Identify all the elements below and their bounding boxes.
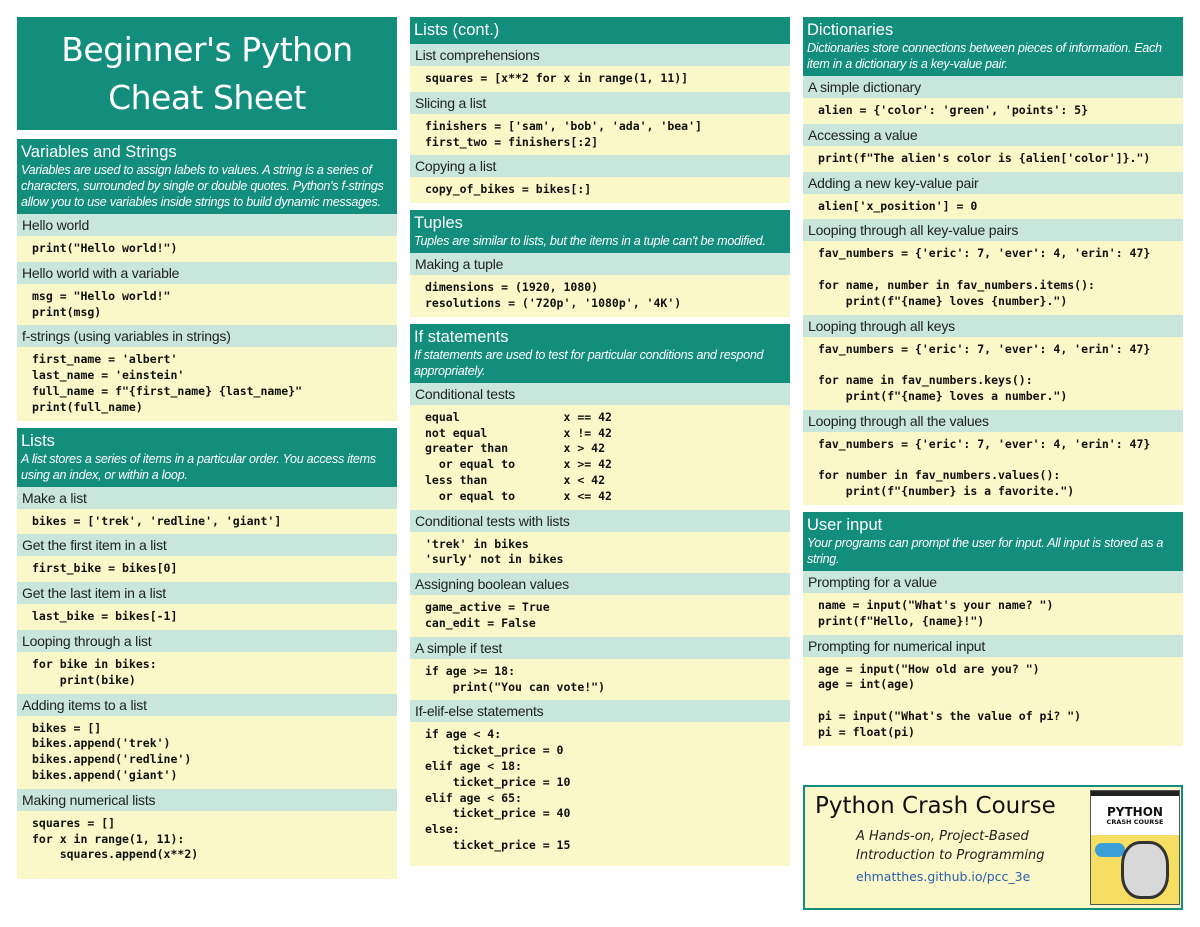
subsection-heading: Prompting for a value <box>803 570 1183 593</box>
section-title: Lists <box>21 431 55 450</box>
code-block: equal x == 42 not equal x != 42 greater … <box>425 409 612 503</box>
section-title: Variables and Strings <box>21 143 177 161</box>
section-header: Dictionaries Dictionaries store connecti… <box>803 17 1183 76</box>
code-block: fav_numbers = {'eric': 7, 'ever': 4, 'er… <box>818 341 1151 403</box>
code-block: alien = {'color': 'green', 'points': 5} <box>818 103 1089 117</box>
section-title: Dictionaries <box>807 21 894 39</box>
book-promo: Python Crash Course A Hands-on, Project-… <box>803 785 1183 910</box>
section-variables: Variables and Strings Variables are used… <box>17 139 397 421</box>
section-title: User input <box>807 515 883 534</box>
code-block: name = input("What's your name? ") print… <box>818 597 1054 628</box>
subsection-heading: Adding items to a list <box>17 693 397 716</box>
code-block: alien['x_position'] = 0 <box>818 198 978 213</box>
book-cover-image: PYTHON CRASH COURSE <box>1090 790 1180 905</box>
code-block: game_active = True can_edit = False <box>425 600 550 630</box>
section-description: Variables are used to assign labels to v… <box>21 163 384 209</box>
section-header: Tuples Tuples are similar to lists, but … <box>410 210 790 254</box>
promo-title: Python Crash Course <box>815 793 1056 819</box>
section-description: Your programs can prompt the user for in… <box>807 535 1164 566</box>
subsection-heading: Get the first item in a list <box>17 534 397 557</box>
code-block: msg = "Hello world!" print(msg) <box>32 288 171 319</box>
promo-subtitle-line-2: Introduction to Programming <box>856 848 1045 863</box>
robot-snake-illustration-icon <box>1121 841 1169 899</box>
code-block: if age < 4: ticket_price = 0 elif age < … <box>425 727 571 852</box>
section-description: A list stores a series of items in a par… <box>21 451 376 482</box>
section-tuples: Tuples Tuples are similar to lists, but … <box>410 210 790 317</box>
subsection-heading: A simple dictionary <box>803 76 1183 98</box>
section-if-statements: If statements If statements are used to … <box>410 323 790 866</box>
subsection-heading: Conditional tests <box>410 382 790 405</box>
subsection-heading: Hello world with a variable <box>17 261 397 284</box>
section-title: Lists (cont.) <box>414 21 500 39</box>
edition-badge-icon <box>1095 843 1125 857</box>
subsection-heading: Prompting for numerical input <box>803 634 1183 657</box>
section-header: User input Your programs can prompt the … <box>803 511 1183 571</box>
subsection-heading: A simple if test <box>410 636 790 659</box>
subsection-heading: Adding a new key-value pair <box>803 171 1183 194</box>
code-block: print(f"The alien's color is {alien['col… <box>818 150 1151 165</box>
section-header: Lists (cont.) <box>410 17 790 44</box>
code-block: dimensions = (1920, 1080) resolutions = … <box>425 280 682 310</box>
title-line-2: Cheat Sheet <box>108 77 306 117</box>
subsection-heading: Conditional tests with lists <box>410 509 790 532</box>
code-block: bikes = [] bikes.append('trek') bikes.ap… <box>32 720 192 782</box>
section-header: Variables and Strings Variables are used… <box>17 139 397 214</box>
code-block: 'trek' in bikes 'surly' not in bikes <box>425 536 564 567</box>
book-subtitle: CRASH COURSE <box>1106 818 1164 826</box>
subsection-heading: Copying a list <box>410 155 790 178</box>
book-cover-header: PYTHON CRASH COURSE <box>1091 791 1179 835</box>
subsection-heading: f-strings (using variables in strings) <box>17 325 397 348</box>
section-lists-cont: Lists (cont.) List comprehensions square… <box>410 17 790 204</box>
code-block: last_bike = bikes[-1] <box>32 609 178 624</box>
section-user-input: User input Your programs can prompt the … <box>803 511 1183 746</box>
section-title: Tuples <box>414 214 463 233</box>
section-header: If statements If statements are used to … <box>410 323 790 383</box>
section-description: Dictionaries store connections between p… <box>807 41 1162 71</box>
code-block: age = input("How old are you? ") age = i… <box>818 661 1082 739</box>
subsection-heading: Looping through all keys <box>803 314 1183 337</box>
subsection-heading: Assigning boolean values <box>410 573 790 596</box>
promo-subtitle: A Hands-on, Project-Based Introduction t… <box>856 827 1044 865</box>
section-description: Tuples are similar to lists, but the ite… <box>414 234 766 249</box>
subsection-heading: Making numerical lists <box>17 788 397 811</box>
code-block: bikes = ['trek', 'redline', 'giant'] <box>32 513 282 528</box>
code-block: if age >= 18: print("You can vote!") <box>425 663 606 694</box>
section-description: If statements are used to test for parti… <box>414 347 764 378</box>
code-block: for bike in bikes: print(bike) <box>32 656 157 687</box>
section-dictionaries: Dictionaries Dictionaries store connecti… <box>803 17 1183 505</box>
book-title: PYTHON <box>1107 805 1163 819</box>
promo-subtitle-line-1: A Hands-on, Project-Based <box>856 829 1029 844</box>
subsection-heading: Looping through a list <box>17 629 397 652</box>
code-block: squares = [] for x in range(1, 11): squa… <box>32 815 199 862</box>
subsection-heading: Slicing a list <box>410 91 790 114</box>
column-1: Beginner's Python Cheat Sheet Variables … <box>17 17 397 886</box>
code-block: finishers = ['sam', 'bob', 'ada', 'bea']… <box>425 118 702 149</box>
subsection-heading: Looping through all the values <box>803 409 1183 432</box>
subsection-heading: Looping through all key-value pairs <box>803 219 1183 242</box>
subsection-heading: Making a tuple <box>410 253 790 276</box>
section-lists: Lists A list stores a series of items in… <box>17 427 397 880</box>
title-line-1: Beginner's Python <box>61 29 353 69</box>
code-block: print("Hello world!") <box>32 241 178 255</box>
code-block: fav_numbers = {'eric': 7, 'ever': 4, 'er… <box>818 246 1151 308</box>
column-2: Lists (cont.) List comprehensions square… <box>410 17 790 873</box>
code-block: first_name = 'albert' last_name = 'einst… <box>32 352 303 414</box>
code-block: first_bike = bikes[0] <box>32 561 178 576</box>
subsection-heading: If-elif-else statements <box>410 700 790 723</box>
page-title: Beginner's Python Cheat Sheet <box>17 17 397 130</box>
subsection-heading: Make a list <box>17 486 397 509</box>
subsection-heading: Hello world <box>17 214 397 236</box>
code-block: fav_numbers = {'eric': 7, 'ever': 4, 'er… <box>818 436 1151 499</box>
column-3: Dictionaries Dictionaries store connecti… <box>803 17 1183 753</box>
code-block: copy_of_bikes = bikes[:] <box>425 182 592 197</box>
promo-link[interactable]: ehmatthes.github.io/pcc_3e <box>856 869 1030 884</box>
code-block: squares = [x**2 for x in range(1, 11)] <box>425 71 689 85</box>
section-title: If statements <box>414 327 509 346</box>
subsection-heading: List comprehensions <box>410 44 790 66</box>
subsection-heading: Accessing a value <box>803 123 1183 146</box>
section-header: Lists A list stores a series of items in… <box>17 427 397 487</box>
subsection-heading: Get the last item in a list <box>17 582 397 605</box>
